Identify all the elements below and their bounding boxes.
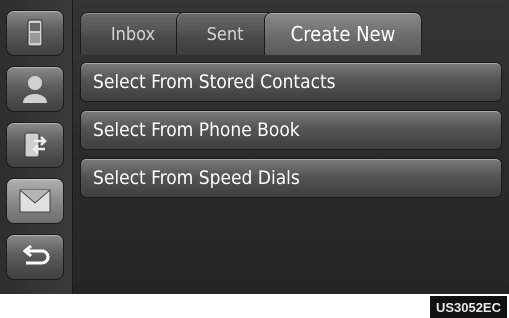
message-icon	[19, 189, 51, 213]
back-icon	[22, 245, 50, 265]
option-stored-contacts-label: Select From Stored Contacts	[93, 71, 336, 93]
tab-inbox[interactable]: Inbox	[80, 12, 186, 55]
phone-icon	[27, 19, 43, 47]
sidebar-contacts-button[interactable]	[6, 66, 64, 112]
sidebar-back-button[interactable]	[6, 234, 64, 280]
transfer-icon	[24, 132, 47, 158]
tab-sent[interactable]: Sent	[176, 12, 274, 55]
sidebar-transfer-button[interactable]	[6, 122, 64, 168]
tab-inbox-label: Inbox	[110, 23, 156, 45]
screen: Inbox Sent Create New Select From Stored…	[0, 0, 509, 294]
option-phone-book[interactable]: Select From Phone Book	[80, 110, 502, 150]
figure-code: US3052EC	[429, 296, 507, 318]
tab-create-new[interactable]: Create New	[264, 12, 422, 55]
option-speed-dials[interactable]: Select From Speed Dials	[80, 158, 502, 198]
option-phone-book-label: Select From Phone Book	[93, 119, 300, 141]
contact-icon	[23, 76, 47, 103]
option-speed-dials-label: Select From Speed Dials	[93, 167, 300, 189]
tab-create-new-label: Create New	[290, 22, 396, 46]
tab-bar: Inbox Sent Create New	[80, 12, 502, 55]
sidebar-phone-button[interactable]	[6, 10, 64, 56]
sidebar	[0, 0, 73, 294]
tab-sent-label: Sent	[206, 23, 244, 45]
sidebar-message-button[interactable]	[6, 178, 64, 224]
option-stored-contacts[interactable]: Select From Stored Contacts	[80, 62, 502, 102]
